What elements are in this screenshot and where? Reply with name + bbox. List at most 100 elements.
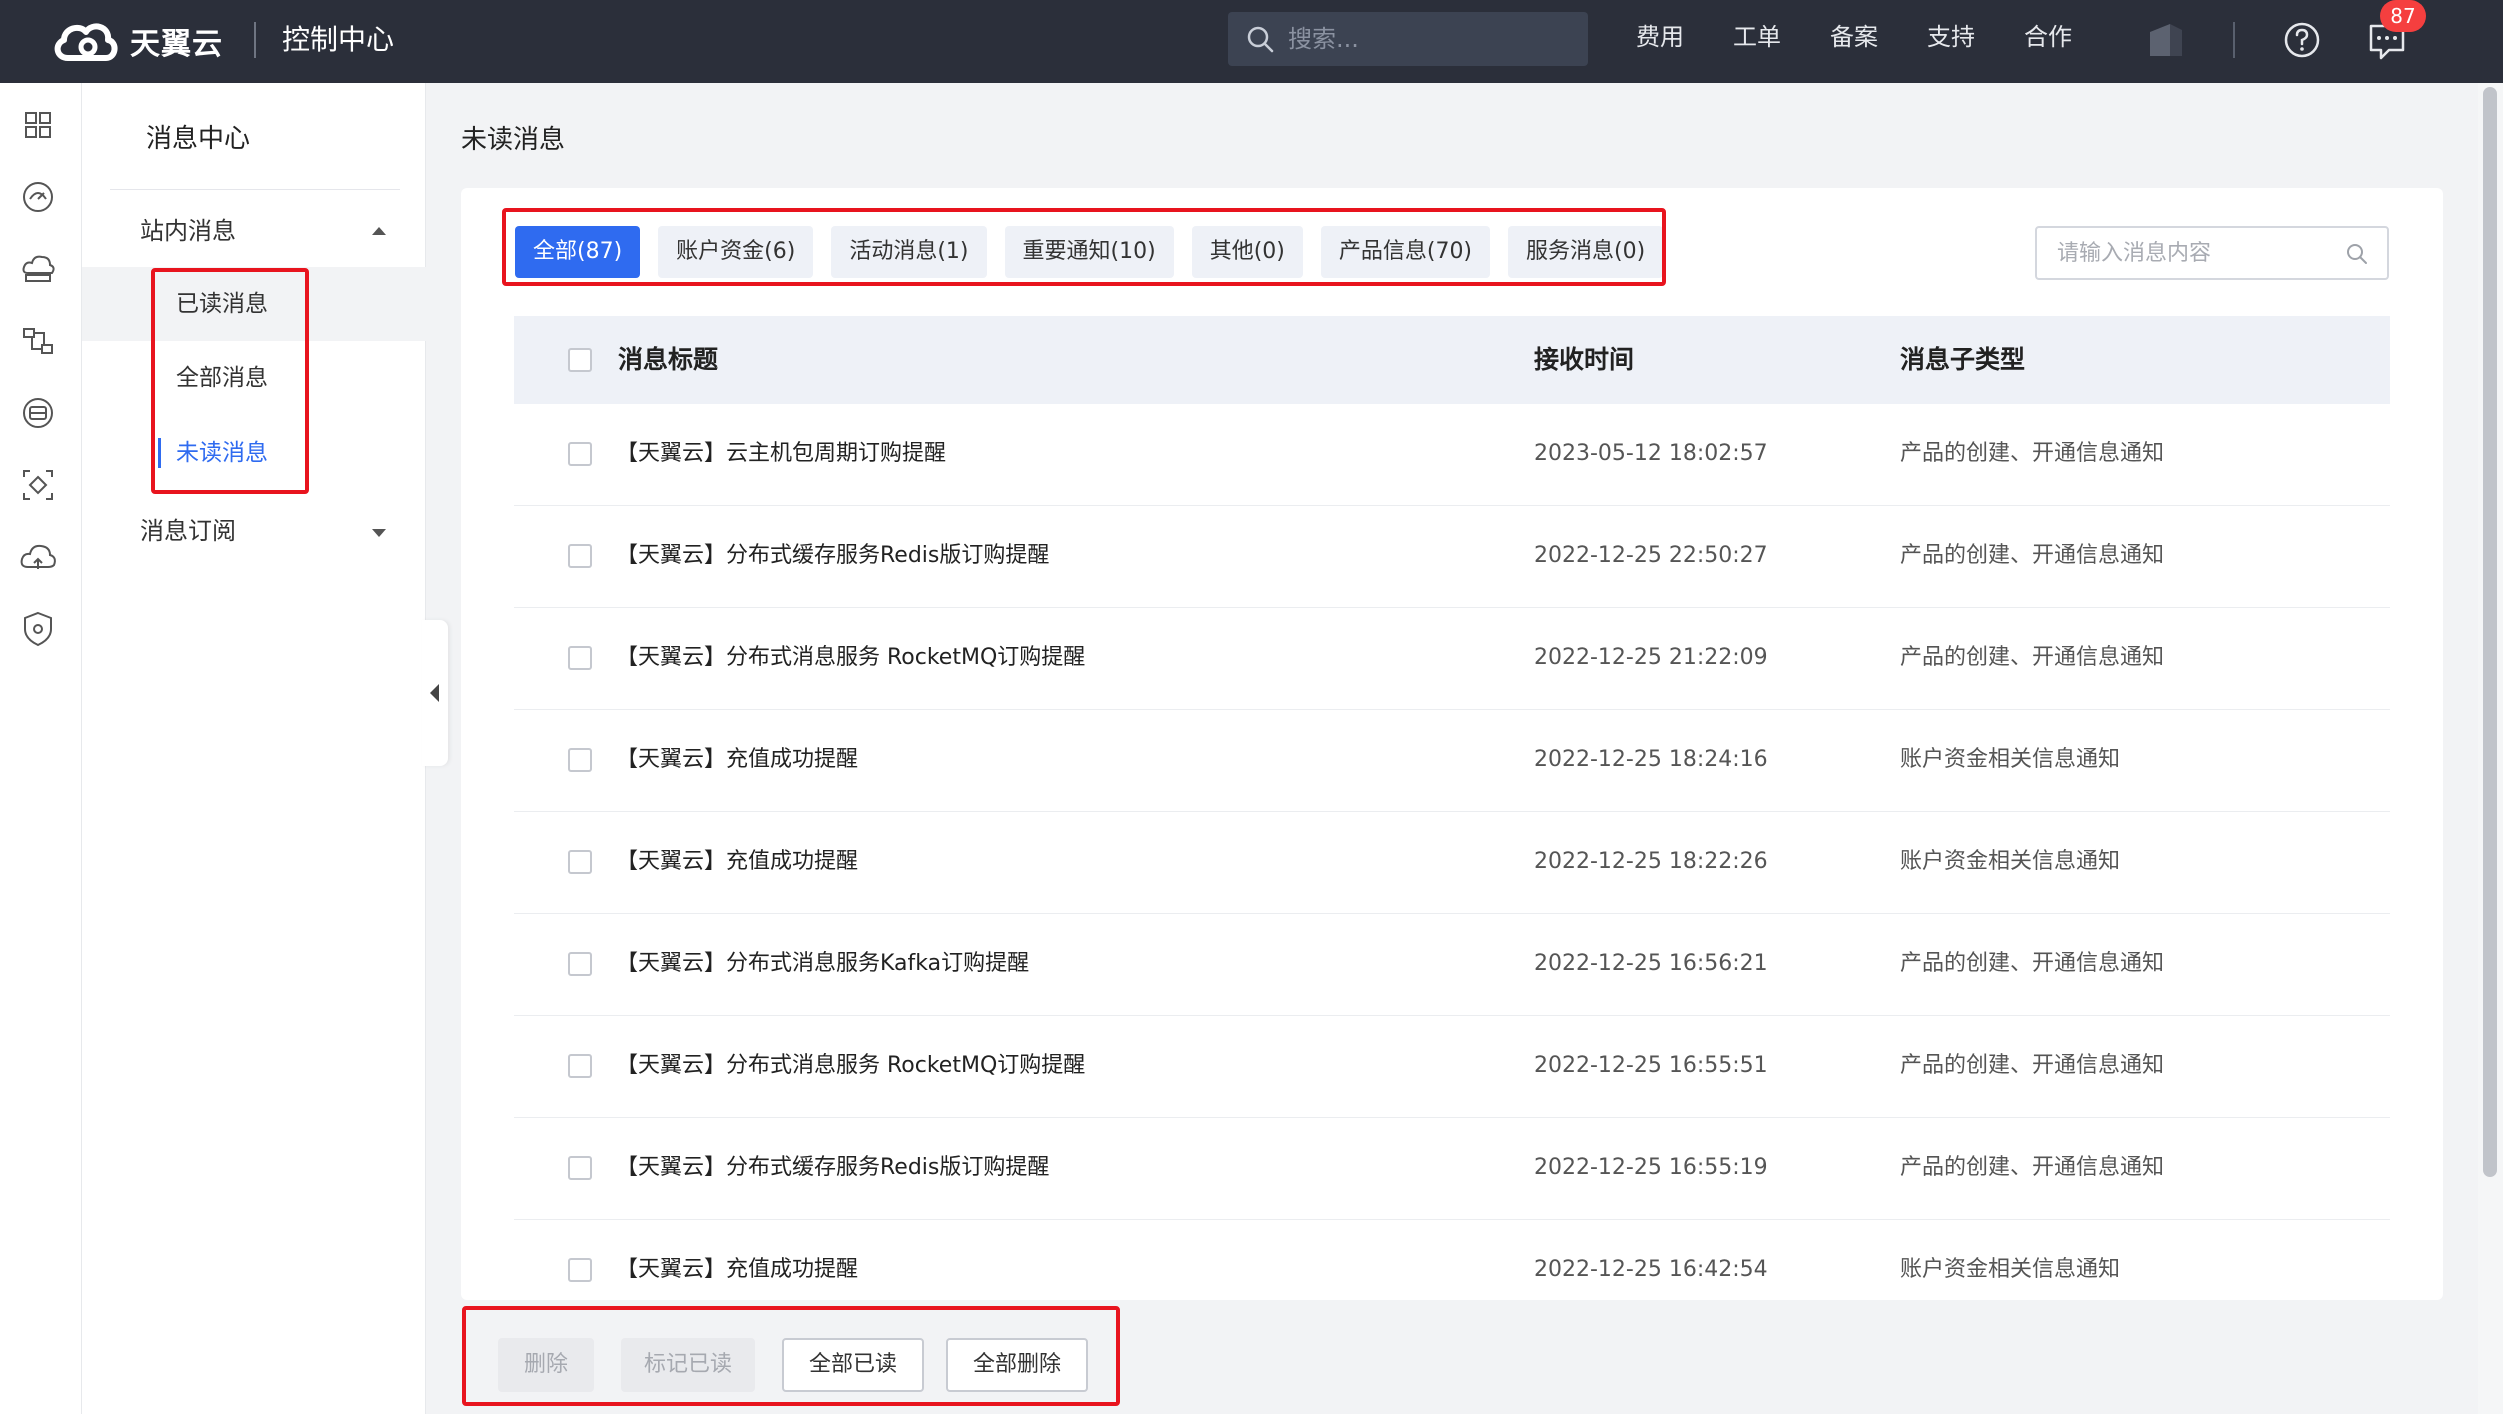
row-checkbox[interactable] bbox=[568, 442, 592, 466]
global-search[interactable] bbox=[1228, 12, 1588, 66]
header-divider bbox=[2233, 22, 2235, 58]
nav-tickets[interactable]: 工单 bbox=[1733, 20, 1781, 54]
tab-important[interactable]: 重要通知(10) bbox=[1004, 226, 1174, 278]
message-center-sidebar: 消息中心 站内消息 已读消息 全部消息 未读消息 消息订阅 bbox=[82, 83, 426, 1414]
scan-icon[interactable] bbox=[18, 465, 58, 505]
table-row[interactable]: 【天翼云】分布式缓存服务Redis版订购提醒 2022-12-25 16:55:… bbox=[514, 1118, 2390, 1220]
received-time: 2023-05-12 18:02:57 bbox=[1534, 441, 1768, 466]
logo[interactable]: 天翼云 bbox=[50, 12, 223, 70]
received-time: 2022-12-25 22:50:27 bbox=[1534, 543, 1768, 568]
caret-up-icon[interactable] bbox=[372, 227, 386, 235]
row-checkbox[interactable] bbox=[568, 646, 592, 670]
message-subtype: 产品的创建、开通信息通知 bbox=[1900, 543, 2165, 568]
sidebar-group-subscription[interactable]: 消息订阅 bbox=[140, 513, 236, 549]
message-title[interactable]: 【天翼云】充值成功提醒 bbox=[616, 844, 858, 880]
top-navbar: 天翼云 控制中心 费用 工单 备案 支持 合作 87 bbox=[0, 0, 2503, 83]
select-all-checkbox[interactable] bbox=[568, 348, 592, 372]
sidebar-group-site-messages[interactable]: 站内消息 bbox=[140, 213, 236, 249]
tab-account-funds[interactable]: 账户资金(6) bbox=[658, 226, 814, 278]
sidebar-item-label: 全部消息 bbox=[176, 365, 268, 391]
cloud-server-icon[interactable] bbox=[18, 249, 58, 289]
message-title[interactable]: 【天翼云】分布式消息服务 RocketMQ订购提醒 bbox=[616, 1048, 1085, 1084]
sidebar-collapse-handle[interactable] bbox=[422, 620, 448, 766]
row-checkbox[interactable] bbox=[568, 544, 592, 568]
message-title[interactable]: 【天翼云】分布式消息服务 RocketMQ订购提醒 bbox=[616, 640, 1085, 676]
cloud-logo-icon bbox=[54, 23, 118, 61]
help-icon[interactable] bbox=[2282, 20, 2322, 60]
message-subtype: 账户资金相关信息通知 bbox=[1900, 747, 2121, 772]
message-subtype: 产品的创建、开通信息通知 bbox=[1900, 951, 2165, 976]
logo-text: 天翼云 bbox=[130, 27, 223, 62]
row-checkbox[interactable] bbox=[568, 1054, 592, 1078]
product-rail bbox=[0, 83, 82, 1414]
row-checkbox[interactable] bbox=[568, 850, 592, 874]
database-icon[interactable] bbox=[18, 393, 58, 433]
received-time: 2022-12-25 16:55:19 bbox=[1534, 1155, 1768, 1180]
received-time: 2022-12-25 16:55:51 bbox=[1534, 1053, 1768, 1078]
nav-billing[interactable]: 费用 bbox=[1636, 20, 1684, 54]
tab-all[interactable]: 全部(87) bbox=[515, 226, 641, 278]
mark-read-button[interactable]: 标记已读 bbox=[621, 1338, 755, 1392]
delete-all-button[interactable]: 全部删除 bbox=[946, 1338, 1088, 1392]
row-checkbox[interactable] bbox=[568, 952, 592, 976]
received-time: 2022-12-25 18:24:16 bbox=[1534, 747, 1768, 772]
table-row[interactable]: 【天翼云】分布式消息服务Kafka订购提醒 2022-12-25 16:56:2… bbox=[514, 914, 2390, 1016]
sidebar-item-unread[interactable]: 未读消息 bbox=[82, 416, 426, 490]
received-time: 2022-12-25 16:56:21 bbox=[1534, 951, 1768, 976]
sidebar-item-label: 未读消息 bbox=[176, 440, 268, 466]
message-search[interactable] bbox=[2035, 226, 2389, 280]
message-title[interactable]: 【天翼云】云主机包周期订购提醒 bbox=[616, 436, 946, 472]
search-icon bbox=[1247, 26, 1274, 53]
nav-filing[interactable]: 备案 bbox=[1830, 20, 1878, 54]
nav-support[interactable]: 支持 bbox=[1927, 20, 1975, 54]
message-subtype: 产品的创建、开通信息通知 bbox=[1900, 645, 2165, 670]
console-title[interactable]: 控制中心 bbox=[282, 20, 394, 60]
message-title[interactable]: 【天翼云】充值成功提醒 bbox=[616, 1252, 858, 1288]
cloud-icon[interactable] bbox=[18, 537, 58, 577]
table-row[interactable]: 【天翼云】充值成功提醒 2022-12-25 18:24:16 账户资金相关信息… bbox=[514, 710, 2390, 812]
message-search-input[interactable] bbox=[2057, 228, 2337, 278]
sidebar-item-all[interactable]: 全部消息 bbox=[82, 341, 426, 415]
nav-partner[interactable]: 合作 bbox=[2024, 20, 2072, 54]
search-icon[interactable] bbox=[2345, 242, 2369, 266]
table-row[interactable]: 【天翼云】充值成功提醒 2022-12-25 18:22:26 账户资金相关信息… bbox=[514, 812, 2390, 914]
global-search-input[interactable] bbox=[1288, 12, 1578, 66]
received-time: 2022-12-25 21:22:09 bbox=[1534, 645, 1768, 670]
sidebar-item-label: 已读消息 bbox=[176, 291, 268, 317]
column-header-title: 消息标题 bbox=[618, 345, 719, 374]
tab-product-info[interactable]: 产品信息(70) bbox=[1320, 226, 1491, 278]
message-table-body: 【天翼云】云主机包周期订购提醒 2023-05-12 18:02:57 产品的创… bbox=[514, 404, 2390, 1322]
row-checkbox[interactable] bbox=[568, 748, 592, 772]
tab-service[interactable]: 服务消息(0) bbox=[1508, 226, 1664, 278]
notification-badge: 87 bbox=[2380, 0, 2426, 32]
mark-all-read-button[interactable]: 全部已读 bbox=[782, 1338, 924, 1392]
dashboard-icon[interactable] bbox=[18, 105, 58, 145]
table-header: 消息标题 接收时间 消息子类型 bbox=[514, 316, 2390, 404]
table-row[interactable]: 【天翼云】分布式缓存服务Redis版订购提醒 2022-12-25 22:50:… bbox=[514, 506, 2390, 608]
delete-button[interactable]: 删除 bbox=[498, 1338, 594, 1392]
table-row[interactable]: 【天翼云】分布式消息服务 RocketMQ订购提醒 2022-12-25 21:… bbox=[514, 608, 2390, 710]
tab-activity[interactable]: 活动消息(1) bbox=[831, 226, 987, 278]
scrollbar-thumb[interactable] bbox=[2483, 87, 2497, 1177]
message-title[interactable]: 【天翼云】充值成功提醒 bbox=[616, 742, 858, 778]
shield-icon[interactable] bbox=[18, 609, 58, 649]
page-scrollbar[interactable] bbox=[2478, 83, 2503, 1414]
network-topology-icon[interactable] bbox=[18, 321, 58, 361]
sidebar-divider bbox=[110, 189, 400, 190]
caret-down-icon[interactable] bbox=[372, 529, 386, 537]
message-title[interactable]: 【天翼云】分布式缓存服务Redis版订购提醒 bbox=[616, 1150, 1049, 1186]
sidebar-item-read[interactable]: 已读消息 bbox=[82, 267, 426, 341]
user-avatar-icon[interactable] bbox=[2146, 20, 2186, 60]
page-title: 未读消息 bbox=[461, 125, 566, 155]
speedometer-icon[interactable] bbox=[18, 177, 58, 217]
row-checkbox[interactable] bbox=[568, 1156, 592, 1180]
message-subtype: 产品的创建、开通信息通知 bbox=[1900, 441, 2165, 466]
table-row[interactable]: 【天翼云】分布式消息服务 RocketMQ订购提醒 2022-12-25 16:… bbox=[514, 1016, 2390, 1118]
message-title[interactable]: 【天翼云】分布式消息服务Kafka订购提醒 bbox=[616, 946, 1029, 982]
column-header-type: 消息子类型 bbox=[1900, 345, 2026, 374]
tab-other[interactable]: 其他(0) bbox=[1191, 226, 1303, 278]
message-title[interactable]: 【天翼云】分布式缓存服务Redis版订购提醒 bbox=[616, 538, 1049, 574]
table-row[interactable]: 【天翼云】云主机包周期订购提醒 2023-05-12 18:02:57 产品的创… bbox=[514, 404, 2390, 506]
message-subtype: 账户资金相关信息通知 bbox=[1900, 1257, 2121, 1282]
row-checkbox[interactable] bbox=[568, 1258, 592, 1282]
